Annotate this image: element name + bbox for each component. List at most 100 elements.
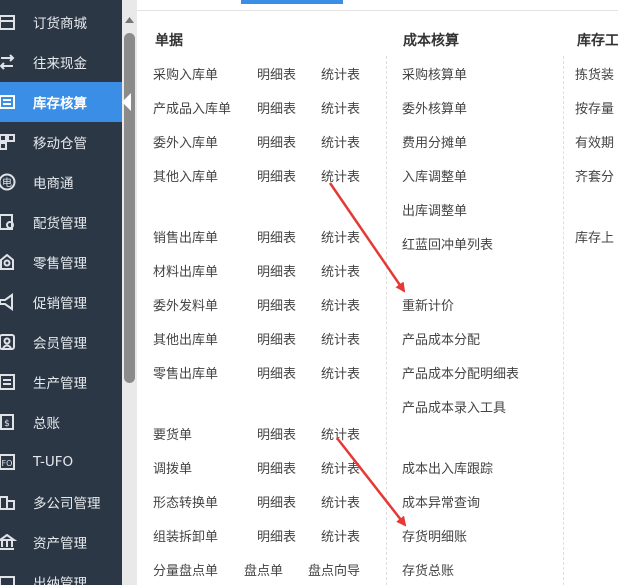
- menu-link-stats[interactable]: 统计表: [321, 98, 360, 117]
- sidebar-item-inventory[interactable]: 库存核算: [0, 82, 122, 122]
- menu-link-inventory-general-ledger[interactable]: 存货总账: [402, 560, 454, 579]
- menu-link-outsource-issue[interactable]: 委外发料单: [153, 295, 218, 314]
- cashier-icon: [0, 571, 18, 585]
- mobile-warehouse-icon: [0, 131, 18, 153]
- shop-icon: [0, 11, 18, 33]
- scroll-up-arrow-icon[interactable]: [122, 14, 137, 26]
- report-icon: FO: [0, 451, 18, 473]
- menu-link-red-blue-reversal[interactable]: 红蓝回冲单列表: [402, 234, 493, 253]
- sidebar-item-mobile-warehouse[interactable]: 移动仓管: [0, 122, 122, 162]
- menu-link-kitting[interactable]: 齐套分: [575, 166, 614, 185]
- sidebar-item-ledger[interactable]: $ 总账: [0, 402, 122, 442]
- member-icon: [0, 331, 18, 353]
- menu-link-transfer[interactable]: 调拨单: [153, 458, 192, 477]
- active-item-pointer: [122, 93, 131, 111]
- sidebar-scrollbar[interactable]: [122, 0, 137, 585]
- column-title-tools: 库存工: [577, 33, 618, 49]
- menu-link-assembly[interactable]: 组装拆卸单: [153, 526, 218, 545]
- menu-link-inventory-upper[interactable]: 库存上: [575, 227, 614, 246]
- menu-link-stats[interactable]: 统计表: [321, 526, 360, 545]
- menu-link-detail[interactable]: 明细表: [257, 526, 296, 545]
- sidebar-item-ecommerce[interactable]: 电 电商通: [0, 162, 122, 202]
- menu-link-outbound-adjustment[interactable]: 出库调整单: [402, 200, 467, 219]
- sidebar-item-distribution[interactable]: 配货管理: [0, 202, 122, 242]
- retail-icon: [0, 251, 18, 273]
- menu-link-detail[interactable]: 明细表: [257, 363, 296, 382]
- menu-link-detail[interactable]: 明细表: [257, 295, 296, 314]
- menu-link-count-wizard[interactable]: 盘点向导: [308, 560, 360, 579]
- menu-link-product-inbound[interactable]: 产成品入库单: [153, 98, 231, 117]
- multi-company-icon: [0, 491, 18, 513]
- menu-link-cost-exception[interactable]: 成本异常查询: [402, 492, 480, 511]
- ecommerce-icon: 电: [0, 171, 18, 193]
- inventory-icon: [0, 91, 18, 113]
- sidebar-item-production[interactable]: 生产管理: [0, 362, 122, 402]
- menu-link-count-sheet[interactable]: 盘点单: [244, 560, 283, 579]
- menu-link-requisition[interactable]: 要货单: [153, 424, 192, 443]
- menu-link-stocktake[interactable]: 分量盘点单: [153, 560, 218, 579]
- menu-link-other-inbound[interactable]: 其他入库单: [153, 166, 218, 185]
- menu-link-inventory-detail-ledger[interactable]: 存货明细账: [402, 526, 467, 545]
- menu-link-picking[interactable]: 拣货装: [575, 64, 614, 83]
- menu-link-retail-outbound[interactable]: 零售出库单: [153, 363, 218, 382]
- sidebar-item-label: 库存核算: [33, 96, 87, 112]
- sidebar-item-cashier[interactable]: 出纳管理: [0, 562, 122, 585]
- sidebar-item-label: 移动仓管: [33, 136, 87, 152]
- menu-link-product-cost-allocation[interactable]: 产品成本分配: [402, 329, 480, 348]
- menu-link-stats[interactable]: 统计表: [321, 458, 360, 477]
- menu-link-stats[interactable]: 统计表: [321, 64, 360, 83]
- menu-link-inbound-adjustment[interactable]: 入库调整单: [402, 166, 467, 185]
- menu-link-detail[interactable]: 明细表: [257, 132, 296, 151]
- menu-link-detail[interactable]: 明细表: [257, 64, 296, 83]
- sidebar-item-label: 会员管理: [33, 336, 87, 352]
- production-icon: [0, 371, 18, 393]
- menu-link-detail[interactable]: 明细表: [257, 166, 296, 185]
- menu-link-cost-tracking[interactable]: 成本出入库跟踪: [402, 458, 493, 477]
- svg-text:FO: FO: [2, 459, 13, 468]
- sidebar-item-promotion[interactable]: 促销管理: [0, 282, 122, 322]
- menu-link-other-outbound[interactable]: 其他出库单: [153, 329, 218, 348]
- sidebar-item-multi-company[interactable]: 多公司管理: [0, 482, 122, 522]
- menu-link-expense-allocation[interactable]: 费用分摊单: [402, 132, 467, 151]
- menu-link-expiry[interactable]: 有效期: [575, 132, 614, 151]
- column-divider: [563, 56, 564, 585]
- column-divider: [386, 56, 387, 585]
- sidebar-item-label: 订货商城: [33, 16, 87, 32]
- menu-link-revaluation[interactable]: 重新计价: [402, 295, 454, 314]
- menu-link-stats[interactable]: 统计表: [321, 295, 360, 314]
- menu-link-material-outbound[interactable]: 材料出库单: [153, 261, 218, 280]
- menu-link-detail[interactable]: 明细表: [257, 261, 296, 280]
- sidebar-item-cash[interactable]: 往来现金: [0, 42, 122, 82]
- sidebar-item-member[interactable]: 会员管理: [0, 322, 122, 362]
- menu-link-sales-outbound[interactable]: 销售出库单: [153, 227, 218, 246]
- menu-link-stats[interactable]: 统计表: [321, 166, 360, 185]
- scroll-thumb[interactable]: [124, 33, 135, 383]
- menu-link-purchase-costing[interactable]: 采购核算单: [402, 64, 467, 83]
- sidebar-item-shop[interactable]: 订货商城: [0, 2, 122, 42]
- menu-link-stats[interactable]: 统计表: [321, 132, 360, 151]
- menu-link-product-cost-entry-tool[interactable]: 产品成本录入工具: [402, 397, 506, 416]
- menu-link-stats[interactable]: 统计表: [321, 261, 360, 280]
- menu-link-purchase-inbound[interactable]: 采购入库单: [153, 64, 218, 83]
- sidebar-item-asset[interactable]: 资产管理: [0, 522, 122, 562]
- sidebar-item-tufo[interactable]: FO T-UFO: [0, 442, 122, 482]
- menu-link-product-cost-allocation-detail[interactable]: 产品成本分配明细表: [402, 363, 519, 382]
- sidebar-item-label: 生产管理: [33, 376, 87, 392]
- ledger-icon: $: [0, 411, 18, 433]
- menu-link-detail[interactable]: 明细表: [257, 458, 296, 477]
- menu-link-outsource-costing[interactable]: 委外核算单: [402, 98, 467, 117]
- menu-link-detail[interactable]: 明细表: [257, 227, 296, 246]
- menu-link-form-conversion[interactable]: 形态转换单: [153, 492, 218, 511]
- menu-link-detail[interactable]: 明细表: [257, 424, 296, 443]
- menu-link-detail[interactable]: 明细表: [257, 98, 296, 117]
- sidebar-item-retail[interactable]: 零售管理: [0, 242, 122, 282]
- menu-link-detail[interactable]: 明细表: [257, 492, 296, 511]
- menu-link-detail[interactable]: 明细表: [257, 329, 296, 348]
- menu-link-outsource-inbound[interactable]: 委外入库单: [153, 132, 218, 151]
- menu-link-stats[interactable]: 统计表: [321, 492, 360, 511]
- menu-link-stats[interactable]: 统计表: [321, 363, 360, 382]
- menu-link-stats[interactable]: 统计表: [321, 227, 360, 246]
- menu-link-stats[interactable]: 统计表: [321, 329, 360, 348]
- menu-link-by-stock[interactable]: 按存量: [575, 98, 614, 117]
- menu-link-stats[interactable]: 统计表: [321, 424, 360, 443]
